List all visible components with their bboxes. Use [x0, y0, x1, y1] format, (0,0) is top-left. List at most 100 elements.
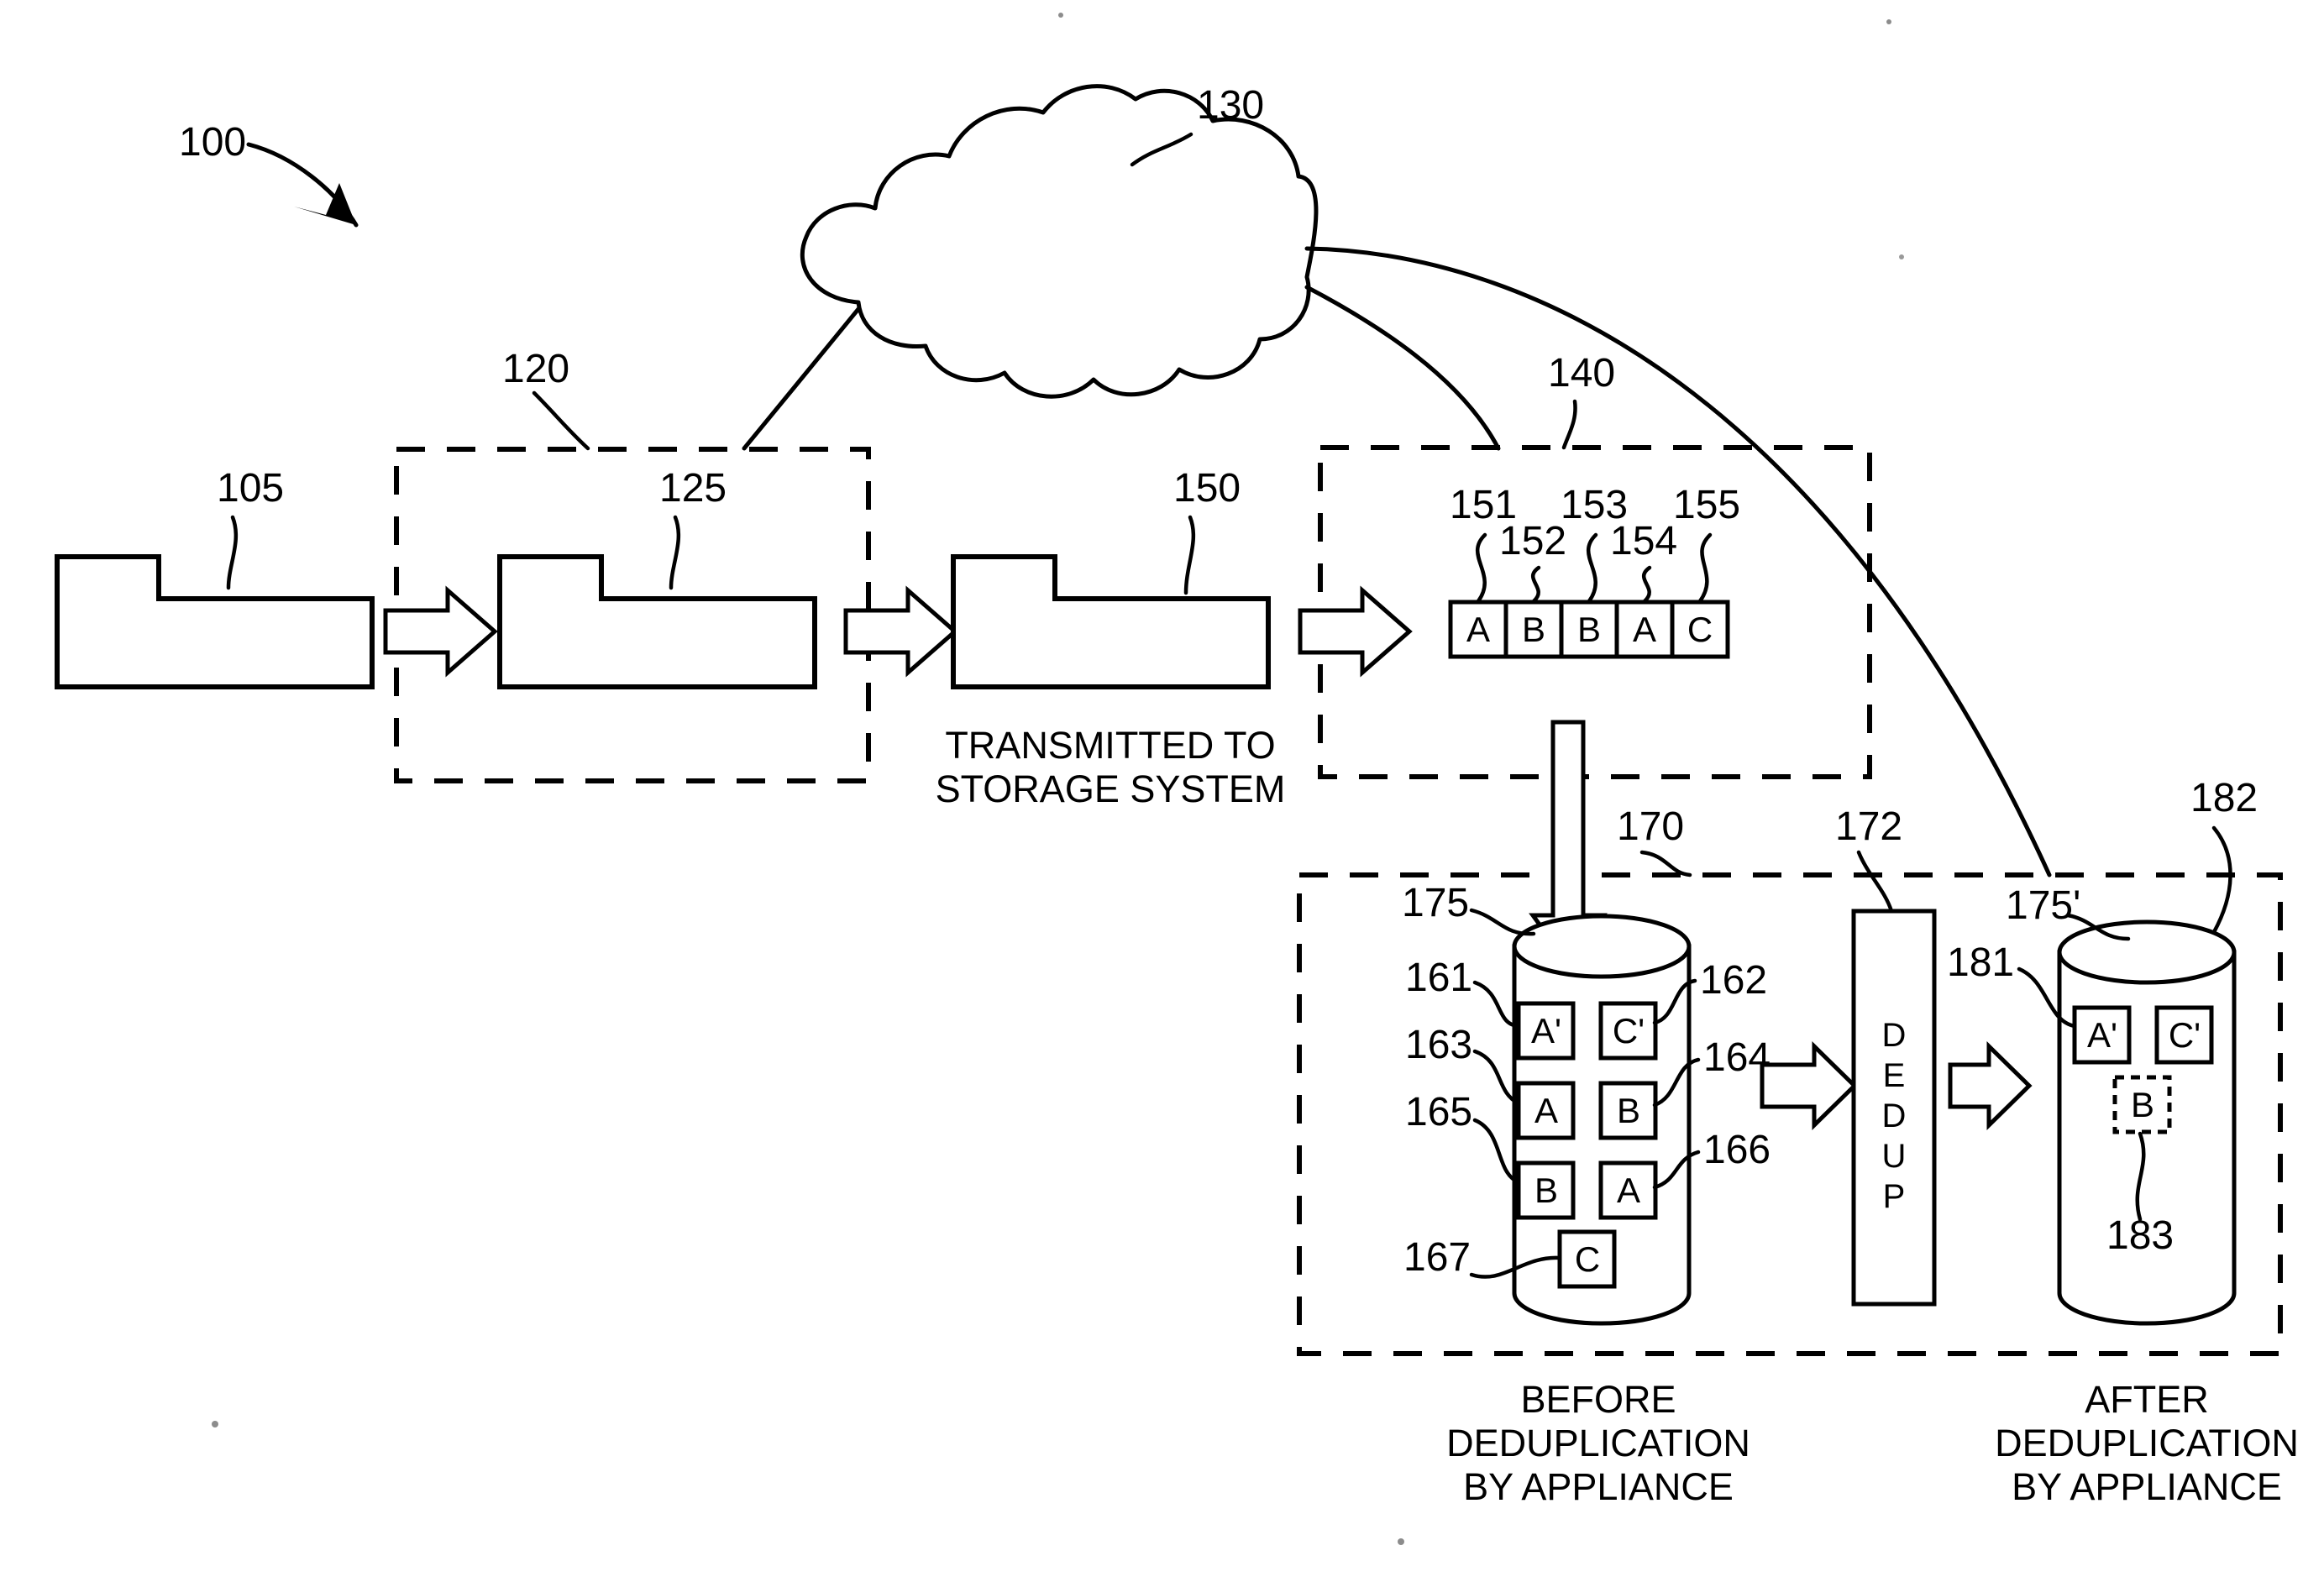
store-block-label-164: B: [1617, 1091, 1640, 1130]
client-boundary-group: 120: [394, 347, 871, 783]
client-document-group: 125: [497, 466, 817, 689]
chunk-label-155: C: [1687, 610, 1713, 649]
ref-182-text: 182: [2190, 776, 2258, 820]
ref-120-leader: [532, 390, 590, 451]
store-block-label-162: C': [1613, 1011, 1645, 1050]
store-block-label-161: A': [1531, 1011, 1561, 1050]
ref-140-text: 140: [1548, 351, 1615, 396]
network-cloud-group: 130: [800, 83, 1319, 399]
ref-165-leader: [1472, 1118, 1521, 1185]
ref-152-text: 152: [1499, 519, 1566, 563]
cloud-shape: [800, 84, 1319, 399]
dedup-letter-0: D: [1882, 1017, 1907, 1054]
ref-105-leader: [226, 515, 239, 590]
source-document-folder: [55, 554, 375, 689]
chunk-label-152: B: [1522, 610, 1545, 649]
flow-arrow-transmit-to-chunks: [1298, 585, 1413, 678]
scan-speck-1: [1058, 13, 1063, 18]
dedup-letter-4: P: [1883, 1178, 1906, 1215]
transmitted-document-group: 150 TRANSMITTED TO STORAGE SYSTEM: [936, 466, 1286, 810]
flow-arrow-dedup-to-after-store: [1948, 1041, 2033, 1130]
ref-153-leader: [1586, 532, 1598, 604]
after-caption-line1: AFTER: [2085, 1378, 2209, 1421]
after-block-label-cprime: C': [2169, 1015, 2201, 1055]
cloud-to-client-link: [742, 306, 861, 451]
ref-100-text: 100: [179, 120, 246, 165]
after-store-cylinder-top: [2057, 919, 2237, 985]
scan-speck-2: [1886, 19, 1891, 24]
scan-speck-5: [1398, 1538, 1404, 1545]
ref-181-text: 181: [1947, 940, 2014, 985]
transmitted-caption-line2: STORAGE SYSTEM: [936, 767, 1286, 810]
ref-155-text: 155: [1673, 483, 1740, 527]
ref-182-leader: [2211, 825, 2232, 935]
ref-150-leader: [1183, 515, 1196, 595]
ref-130-text: 130: [1197, 83, 1264, 128]
dedup-letter-2: D: [1882, 1097, 1907, 1134]
ref-166-text: 166: [1703, 1128, 1771, 1172]
source-document-group: 105: [55, 466, 375, 689]
patent-figure-canvas: 100 130 120 140 170 105 125 150 TRANSMIT…: [0, 0, 2324, 1582]
store-block-label-165: B: [1534, 1171, 1558, 1210]
store-block-label-166: A: [1617, 1171, 1640, 1210]
chunk-block-155: C 155: [1670, 483, 1740, 659]
ref-125-leader: [669, 515, 681, 590]
ref-175-text: 175: [1402, 881, 1469, 925]
cloud-to-storage-link: [1304, 246, 2052, 877]
flow-arrow-client-to-transmit: [843, 585, 958, 678]
before-caption-line2: DEDUPLICATION: [1446, 1422, 1750, 1464]
ref-120-text: 120: [502, 347, 569, 391]
ref-154-text: 154: [1610, 519, 1677, 563]
store-block-label-163: A: [1534, 1091, 1558, 1130]
after-caption-line3: BY APPLIANCE: [2012, 1465, 2282, 1508]
ref-172-leader: [1856, 850, 1894, 914]
ref-130-leader: [1130, 132, 1193, 167]
client-document-folder: [497, 554, 817, 689]
ref-161-text: 161: [1405, 956, 1472, 1000]
ref-154-leader: [1642, 565, 1652, 604]
chunk-label-154: A: [1633, 610, 1656, 649]
ref-175prime-text: 175': [2006, 883, 2080, 928]
ref-140-leader: [1561, 399, 1577, 450]
ref-161-leader: [1472, 980, 1521, 1029]
flow-arrow-store-to-dedup: [1760, 1041, 1858, 1130]
after-store-group: 175' 182 A' C' B 181 183 AFTER DEDUPLICA…: [1947, 776, 2299, 1508]
dedup-letter-1: E: [1883, 1057, 1906, 1094]
chunk-block-154: A 154: [1610, 519, 1677, 659]
ref-172-text: 172: [1835, 804, 1902, 849]
ref-170-text: 170: [1617, 804, 1684, 849]
before-caption-line3: BY APPLIANCE: [1463, 1465, 1734, 1508]
store-block-label-167: C: [1575, 1239, 1600, 1279]
chunk-label-151: A: [1466, 610, 1490, 649]
ref-152-leader: [1531, 565, 1541, 604]
transmitted-document-folder: [951, 554, 1271, 689]
transmitted-caption-line1: TRANSMITTED TO: [945, 724, 1275, 767]
ref-162-text: 162: [1700, 958, 1767, 1003]
ref-125-text: 125: [659, 466, 727, 511]
ref-163-text: 163: [1405, 1023, 1472, 1067]
after-block-label-183: B: [2131, 1085, 2154, 1124]
dedup-letter-3: U: [1882, 1138, 1907, 1175]
appliance-boundary-group: 140: [1318, 351, 1872, 779]
chunk-block-152: B 152: [1499, 519, 1566, 659]
ref-170-leader: [1639, 850, 1692, 877]
ref-155-leader: [1697, 532, 1713, 604]
chunk-label-153: B: [1577, 610, 1601, 649]
ref-150-text: 150: [1173, 466, 1241, 511]
before-store-cylinder-top: [1512, 914, 1692, 979]
ref-151-leader: [1475, 532, 1487, 604]
scan-speck-4: [212, 1421, 218, 1427]
system-reference-callout: 100: [179, 120, 359, 228]
flow-arrow-source-to-client: [383, 585, 498, 678]
after-block-label-181: A': [2087, 1015, 2117, 1055]
before-store-group: 175 A' C' A B B A C 161 162 163 164 165 …: [1402, 881, 1771, 1508]
ref-105-text: 105: [217, 466, 284, 511]
ref-167-text: 167: [1403, 1235, 1471, 1280]
after-caption-line2: DEDUPLICATION: [1995, 1422, 2299, 1464]
cloud-to-appliance-link: [1304, 285, 1501, 451]
before-caption-line1: BEFORE: [1520, 1378, 1676, 1421]
chunk-stream-group: A 151 B 152 B 153 A 154 C 155: [1448, 483, 1740, 659]
ref-165-text: 165: [1405, 1090, 1472, 1134]
scan-speck-3: [1899, 254, 1904, 259]
ref-163-leader: [1472, 1049, 1521, 1106]
